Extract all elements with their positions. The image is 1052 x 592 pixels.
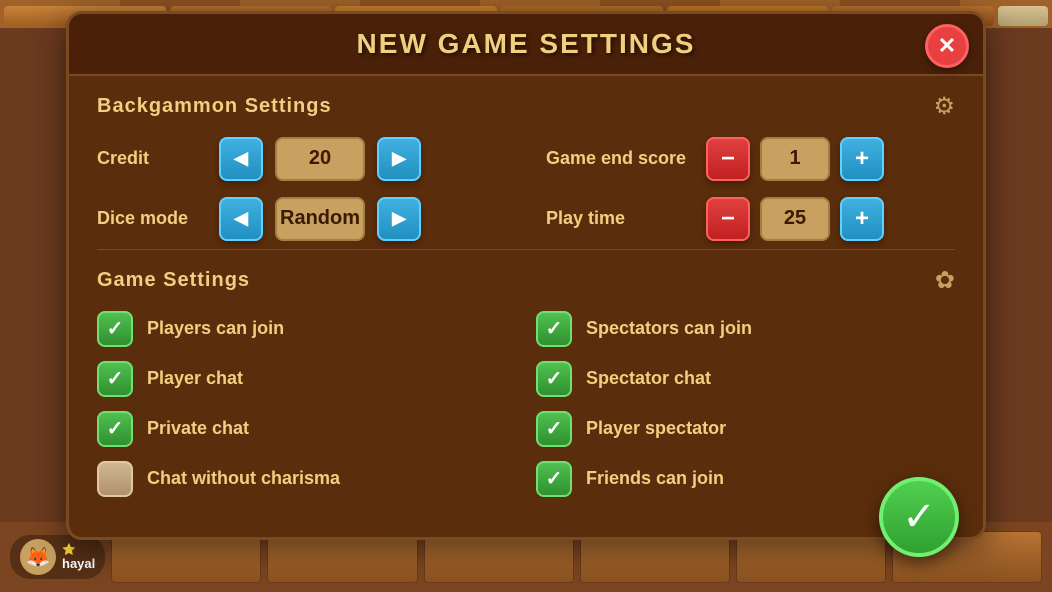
checkbox-players-can-join: ✓ Players can join: [97, 311, 516, 347]
divider: [97, 249, 955, 250]
checkbox-spectator-chat-label: Spectator chat: [586, 368, 711, 389]
checkbox-spectators-can-join-label: Spectators can join: [586, 318, 752, 339]
backgammon-settings-header: Backgammon Settings ⚙: [97, 92, 955, 121]
game-end-score-value: 1: [760, 137, 830, 181]
dice-mode-value: Random: [275, 197, 365, 241]
credit-right-arrow[interactable]: ▶: [377, 137, 421, 181]
dice-mode-left-arrow[interactable]: ◀: [219, 197, 263, 241]
checkbox-players-can-join-tick[interactable]: ✓: [97, 311, 133, 347]
user-profile: 🦊 ⭐ hayal: [10, 535, 105, 579]
checkbox-spectator-chat-tick[interactable]: ✓: [536, 361, 572, 397]
checkbox-players-can-join-label: Players can join: [147, 318, 284, 339]
game-settings-gear-icon: ✿: [935, 266, 955, 295]
play-time-label: Play time: [546, 208, 696, 229]
play-time-setting: Play time − 25 +: [546, 197, 955, 241]
credit-setting: Credit ◀ 20 ▶: [97, 137, 506, 181]
checkbox-private-chat: ✓ Private chat: [97, 411, 516, 447]
backgammon-gear-icon: ⚙: [933, 92, 955, 121]
dice-mode-label: Dice mode: [97, 208, 207, 229]
left-settings-col: Credit ◀ 20 ▶ Dice mode ◀ Random ▶: [97, 137, 506, 241]
game-end-score-label: Game end score: [546, 148, 696, 169]
checkbox-friends-can-join-tick[interactable]: ✓: [536, 461, 572, 497]
checkbox-player-chat-label: Player chat: [147, 368, 243, 389]
checkbox-player-spectator-tick[interactable]: ✓: [536, 411, 572, 447]
credit-left-arrow[interactable]: ◀: [219, 137, 263, 181]
checkbox-friends-can-join-label: Friends can join: [586, 468, 724, 489]
play-time-minus[interactable]: −: [706, 197, 750, 241]
checkbox-player-chat: ✓ Player chat: [97, 361, 516, 397]
checkbox-chat-without-charisma-label: Chat without charisma: [147, 468, 340, 489]
modal-title-bar: NEW GAME SETTINGS: [69, 14, 983, 76]
close-button[interactable]: ✕: [925, 24, 969, 68]
checkbox-chat-without-charisma: Chat without charisma: [97, 461, 516, 497]
modal: NEW GAME SETTINGS ✕ Backgammon Settings …: [66, 11, 986, 540]
dice-mode-right-arrow[interactable]: ▶: [377, 197, 421, 241]
modal-body: Backgammon Settings ⚙ Credit ◀ 20 ▶ Dice…: [69, 76, 983, 513]
checkbox-spectators-can-join: ✓ Spectators can join: [536, 311, 955, 347]
game-settings-title: Game Settings: [97, 269, 250, 292]
backgammon-settings-title: Backgammon Settings: [97, 95, 332, 118]
confirm-button[interactable]: ✓: [879, 477, 959, 557]
modal-title: NEW GAME SETTINGS: [357, 28, 696, 59]
credit-value: 20: [275, 137, 365, 181]
play-time-plus[interactable]: +: [840, 197, 884, 241]
checkbox-private-chat-label: Private chat: [147, 418, 249, 439]
dice-mode-setting: Dice mode ◀ Random ▶: [97, 197, 506, 241]
right-settings-col: Game end score − 1 + Play time − 25 +: [546, 137, 955, 241]
checkbox-chat-without-charisma-tick[interactable]: [97, 461, 133, 497]
game-settings-header: Game Settings ✿: [97, 266, 955, 295]
checkbox-spectators-can-join-tick[interactable]: ✓: [536, 311, 572, 347]
game-end-score-plus[interactable]: +: [840, 137, 884, 181]
checkbox-grid: ✓ Players can join ✓ Spectators can join…: [97, 311, 955, 497]
username: hayal: [62, 556, 95, 571]
play-time-value: 25: [760, 197, 830, 241]
credit-label: Credit: [97, 148, 207, 169]
checkbox-player-chat-tick[interactable]: ✓: [97, 361, 133, 397]
checkbox-spectator-chat: ✓ Spectator chat: [536, 361, 955, 397]
game-end-score-setting: Game end score − 1 +: [546, 137, 955, 181]
avatar: 🦊: [20, 539, 56, 575]
modal-overlay: NEW GAME SETTINGS ✕ Backgammon Settings …: [0, 28, 1052, 522]
checkbox-private-chat-tick[interactable]: ✓: [97, 411, 133, 447]
checkbox-player-spectator: ✓ Player spectator: [536, 411, 955, 447]
game-end-score-minus[interactable]: −: [706, 137, 750, 181]
checkbox-player-spectator-label: Player spectator: [586, 418, 726, 439]
top-settings-row: Credit ◀ 20 ▶ Dice mode ◀ Random ▶: [97, 137, 955, 241]
